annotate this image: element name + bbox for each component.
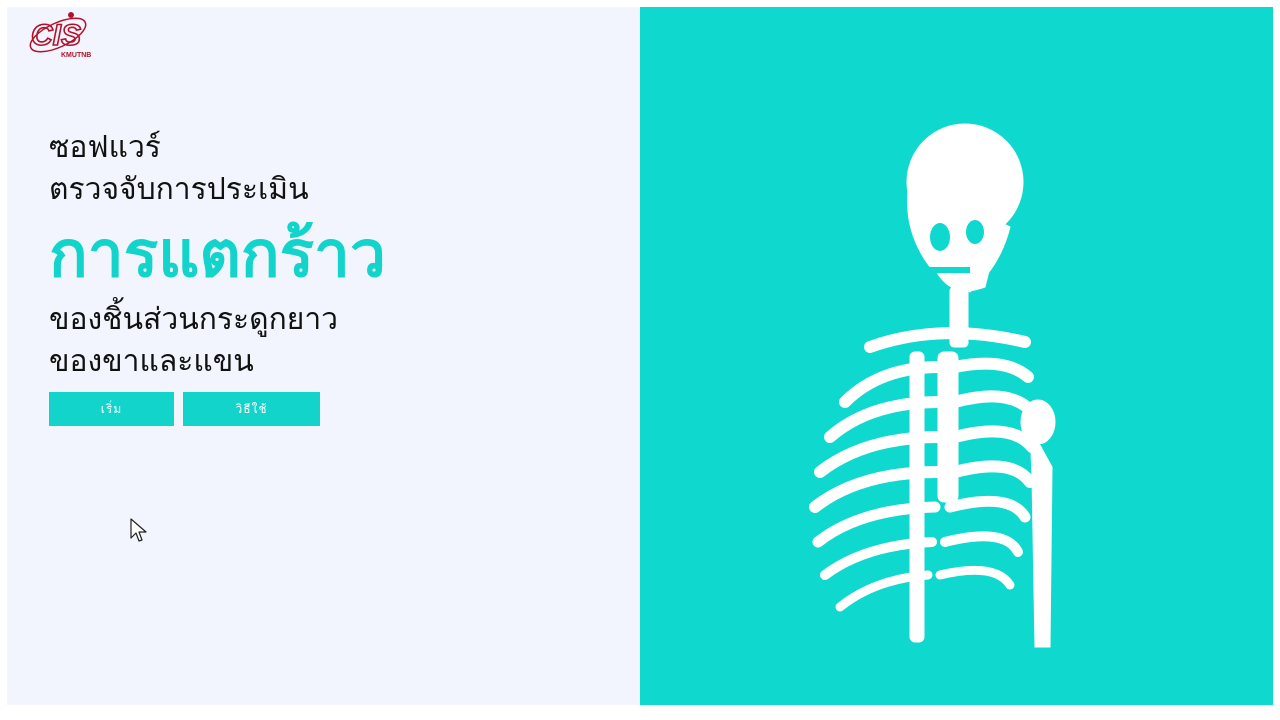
hero-panel: CIS KMUTNB ซอฟแวร์ ตรวจจับการประเมิน การ… xyxy=(7,7,640,705)
illustration-panel xyxy=(640,7,1273,705)
cis-logo[interactable]: CIS KMUTNB xyxy=(25,9,95,61)
headline-line-4: ของขาและแขน xyxy=(49,344,254,379)
logo-text: CIS xyxy=(31,19,81,52)
mouse-cursor-icon xyxy=(130,518,148,544)
headline-highlight: การแตกร้าว xyxy=(49,218,386,292)
page-frame: CIS KMUTNB ซอฟแวร์ ตรวจจับการประเมิน การ… xyxy=(7,7,1273,705)
hero-headline: ซอฟแวร์ ตรวจจับการประเมิน การแตกร้าว ของ… xyxy=(49,127,386,383)
headline-line-3: ของชิ้นส่วนกระดูกยาว xyxy=(49,302,339,337)
how-to-use-button[interactable]: วิธีใช้ xyxy=(183,392,320,426)
start-button[interactable]: เริ่ม xyxy=(49,392,174,426)
headline-line-1: ซอฟแวร์ xyxy=(49,130,161,165)
skeleton-illustration-icon xyxy=(760,117,1080,652)
logo-subtext: KMUTNB xyxy=(61,52,91,59)
hero-buttons: เริ่ม วิธีใช้ xyxy=(49,392,320,426)
headline-line-2: ตรวจจับการประเมิน xyxy=(49,172,309,207)
